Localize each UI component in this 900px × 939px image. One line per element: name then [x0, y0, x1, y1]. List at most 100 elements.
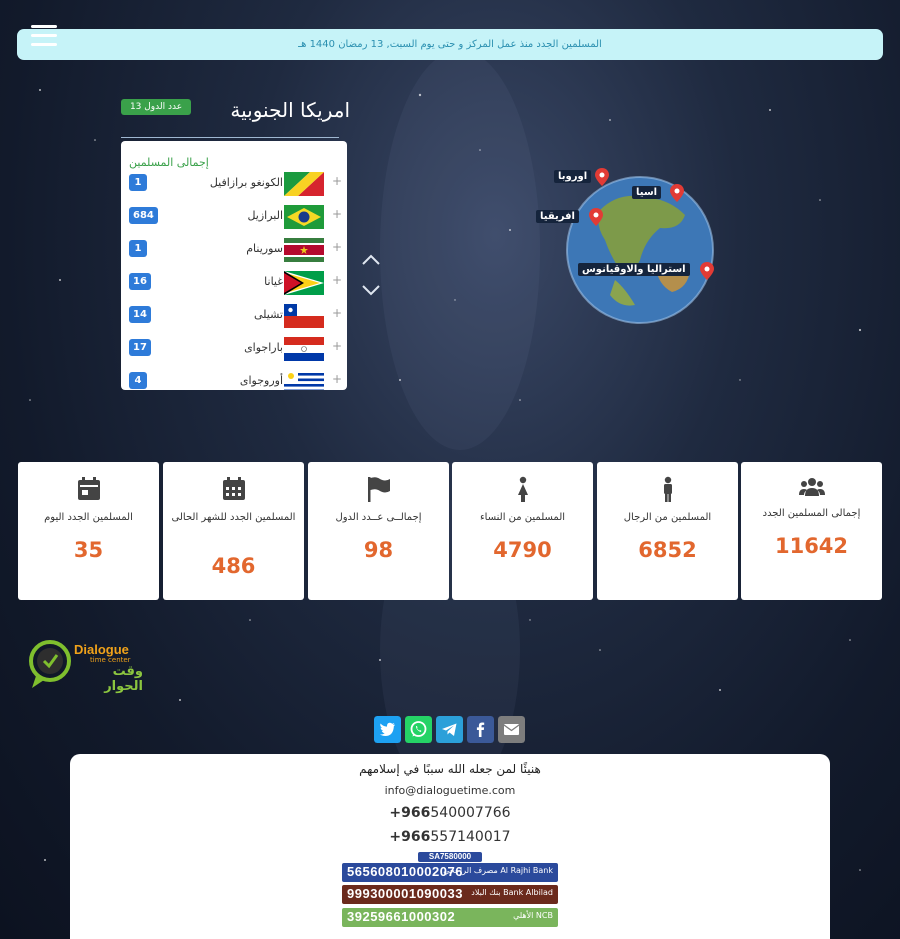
bank-name: بنك البلاد Bank Albilad: [471, 888, 553, 897]
stat-label: إجمالــى عــدد الدول: [335, 512, 422, 523]
brazil-flag-icon: [284, 205, 324, 229]
footer-phone-2[interactable]: +966557140017: [70, 829, 830, 845]
stat-value: 6852: [638, 538, 697, 562]
stat-card-month: المسلمين الجدد للشهر الحالى 486: [163, 462, 304, 600]
map-pin-icon[interactable]: [670, 184, 684, 202]
stat-value: 486: [211, 554, 256, 578]
email-share-icon[interactable]: [498, 716, 525, 743]
stat-label: المسلمين الجدد اليوم: [44, 512, 133, 523]
bank-name: الأهلي NCB: [513, 911, 553, 920]
expand-icon[interactable]: +: [332, 273, 342, 287]
continent-label-asia[interactable]: اسيا: [632, 186, 662, 199]
country-row[interactable]: 14 تشيلى +: [121, 304, 347, 330]
chile-flag-icon: [284, 304, 324, 328]
banner-text: المسلمين الجدد منذ عمل المركز و حتى يوم …: [298, 39, 602, 50]
phone-prefix: +966: [389, 829, 431, 845]
stat-value: 35: [73, 538, 104, 562]
country-name: تشيلى: [253, 308, 283, 321]
map-pin-icon[interactable]: [700, 262, 714, 280]
bank-name: مصرف الراجحي Al Rajhi Bank: [443, 866, 553, 875]
country-row[interactable]: 16 غيانا +: [121, 271, 347, 297]
phone-number: 540007766: [430, 805, 511, 821]
calendar-month-icon: [223, 477, 245, 500]
chevron-down-icon: [362, 285, 380, 296]
stat-card-today: المسلمين الجدد اليوم 35: [18, 462, 159, 600]
stat-card-men: المسلمين من الرجال 6852: [597, 462, 738, 600]
title-divider: [121, 137, 339, 138]
logo-text-en: Dialogue: [74, 642, 129, 657]
dialogue-time-logo[interactable]: Dialogue time center وقت الحوار: [28, 636, 143, 694]
country-name: البرازيل: [247, 209, 283, 222]
country-row[interactable]: 17 باراجواى +: [121, 337, 347, 363]
country-count-badge: 14: [129, 306, 151, 323]
country-count-badge: 4: [129, 372, 147, 389]
calendar-day-icon: [78, 477, 100, 500]
expand-icon[interactable]: +: [332, 339, 342, 353]
stat-value: 98: [363, 538, 394, 562]
statistics-cards: المسلمين الجدد اليوم 35 المسلمين الجدد ل…: [18, 462, 882, 601]
congo-flag-icon: [284, 172, 324, 196]
country-row[interactable]: 4 أوروجواى +: [121, 370, 347, 390]
stat-label: المسلمين من الرجال: [623, 512, 712, 523]
bank-account-number: 999300001090033: [347, 886, 463, 901]
footer-email-link[interactable]: info@dialoguetime.com: [70, 784, 830, 797]
scroll-arrows[interactable]: [360, 250, 382, 300]
country-row[interactable]: 1 سورينام +: [121, 238, 347, 264]
flag-icon: [368, 477, 390, 502]
countries-panel: إجمالى المسلمين 1 الكونغو برازافيل + 684…: [121, 141, 347, 390]
continent-label-europe[interactable]: اوروبا: [554, 170, 592, 183]
facebook-icon[interactable]: [467, 716, 494, 743]
country-name: الكونغو برازافيل: [209, 176, 283, 189]
logo-text-sub: time center: [90, 656, 131, 664]
stat-card-countries: إجمالــى عــدد الدول 98: [308, 462, 449, 600]
bank-account-ncb: 39259661000302 الأهلي NCB: [342, 908, 558, 927]
stat-value: 4790: [493, 538, 552, 562]
telegram-icon[interactable]: [436, 716, 463, 743]
map-pin-icon[interactable]: [589, 208, 603, 226]
country-count-badge: 1: [129, 240, 147, 257]
footer-phone-1[interactable]: +966540007766: [70, 805, 830, 821]
whatsapp-icon[interactable]: [405, 716, 432, 743]
countries-count-badge: عدد الدول 13: [121, 99, 191, 115]
expand-icon[interactable]: +: [332, 174, 342, 188]
phone-number: 557140017: [430, 829, 511, 845]
hamburger-menu-icon[interactable]: [31, 25, 57, 47]
country-count-badge: 16: [129, 273, 151, 290]
country-name: غيانا: [264, 275, 283, 288]
footer-tagline: هنيئًا لمن جعله الله سببًا في إسلامهم: [359, 762, 541, 776]
guyana-flag-icon: [284, 271, 324, 295]
continent-label-oceania[interactable]: استراليا والاوقيانوس: [578, 263, 690, 276]
male-icon: [664, 476, 672, 502]
stat-label: المسلمين الجدد للشهر الحالى: [171, 512, 296, 523]
bank-account-albilad: 999300001090033 بنك البلاد Bank Albilad: [342, 885, 558, 904]
country-count-badge: 1: [129, 174, 147, 191]
stat-label: إجمالى المسلمين الجدد: [762, 508, 861, 519]
country-row[interactable]: 1 الكونغو برازافيل +: [121, 172, 347, 198]
expand-icon[interactable]: +: [332, 306, 342, 320]
iban-tag: SA7580000: [418, 852, 482, 862]
chevron-up-icon: [362, 254, 380, 265]
social-share-bar: [374, 716, 526, 744]
country-name: سورينام: [246, 242, 283, 255]
expand-icon[interactable]: +: [332, 372, 342, 386]
footer-panel: هنيئًا لمن جعله الله سببًا في إسلامهم in…: [70, 754, 830, 939]
stat-value: 11642: [774, 534, 849, 558]
stat-label: المسلمين من النساء: [479, 512, 566, 523]
logo-text-ar: وقت الحوار: [104, 664, 143, 694]
female-icon: [518, 476, 528, 502]
stat-card-total: إجمالى المسلمين الجدد 11642: [741, 462, 882, 600]
twitter-icon[interactable]: [374, 716, 401, 743]
bank-account-number: 39259661000302: [347, 909, 456, 924]
suriname-flag-icon: [284, 238, 324, 262]
expand-icon[interactable]: +: [332, 240, 342, 254]
map-pin-icon[interactable]: [595, 168, 609, 186]
country-count-badge: 17: [129, 339, 151, 356]
expand-icon[interactable]: +: [332, 207, 342, 221]
banner: المسلمين الجدد منذ عمل المركز و حتى يوم …: [17, 29, 883, 60]
users-icon: [799, 478, 825, 496]
country-name: أوروجواى: [239, 374, 283, 387]
stat-card-women: المسلمين من النساء 4790: [452, 462, 593, 600]
continent-label-africa[interactable]: افريقيا: [536, 210, 579, 223]
country-name: باراجواى: [244, 341, 283, 354]
country-row[interactable]: 684 البرازيل +: [121, 205, 347, 231]
